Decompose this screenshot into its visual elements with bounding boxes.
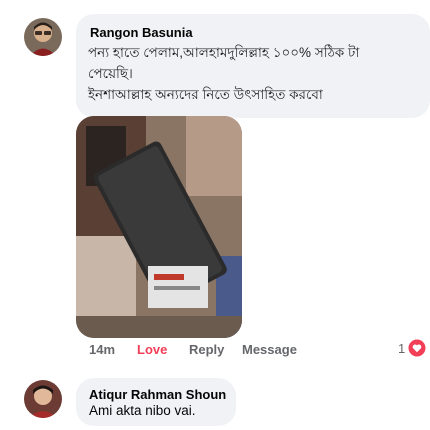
comment-text-line: পেয়েছি। xyxy=(88,66,133,81)
comment-actions: 14m Love Reply Message 1 xyxy=(0,341,430,364)
comment-timestamp[interactable]: 14m xyxy=(89,342,115,357)
message-button[interactable]: Message xyxy=(242,342,297,357)
comment-text-line: ইনশাআল্লাহ অন্যদের নিতে উৎসাহিত করবো xyxy=(88,87,323,102)
comment-text: Ami akta nibo vai. xyxy=(89,403,196,418)
comment-photo[interactable] xyxy=(76,116,242,338)
avatar[interactable] xyxy=(24,18,62,56)
comment-text-line: পন্য হাতে পেলাম,আলহামদুলিল্লাহ ১০০% সঠিক… xyxy=(88,45,360,60)
reaction-count[interactable]: 1 xyxy=(398,341,405,356)
comment-author[interactable]: Rangon Basunia xyxy=(90,25,193,40)
love-reaction-button[interactable]: Love xyxy=(137,342,167,357)
comment-text: পন্য হাতে পেলাম,আলহামদুলিল্লাহ ১০০% সঠিক… xyxy=(88,42,408,105)
avatar[interactable] xyxy=(24,380,62,418)
reply-button[interactable]: Reply xyxy=(189,342,224,357)
comment-author[interactable]: Atiqur Rahman Shoun xyxy=(89,387,226,402)
love-reaction-icon[interactable] xyxy=(407,338,427,358)
